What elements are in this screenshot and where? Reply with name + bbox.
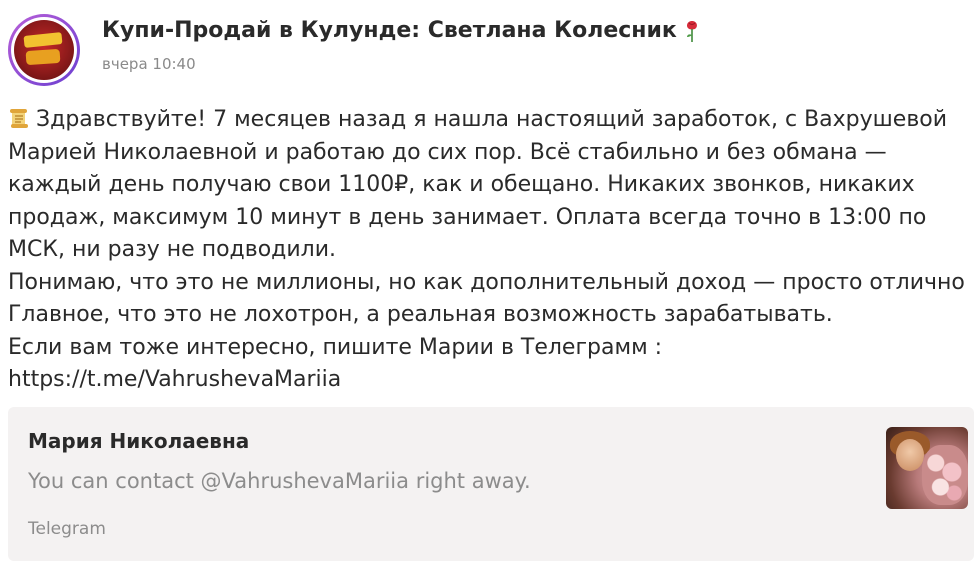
rose-icon (683, 19, 701, 43)
post-line-2: Марией Николаевной и работаю до сих пор.… (8, 139, 887, 165)
post-line-text: Здравствуйте! 7 месяцев назад я нашла на… (36, 107, 948, 132)
avatar-logo-bottom (25, 48, 61, 66)
thumbnail-flowers (922, 445, 968, 505)
post-line-6: Понимаю, что это не миллионы, но как доп… (8, 269, 965, 295)
post-line-1: Здравствуйте! 7 месяцев назад я нашла на… (8, 104, 974, 137)
avatar-frame (11, 17, 77, 83)
post: Купи-Продай в Кулунде: Светлана Колесник… (0, 0, 974, 561)
link-preview-card[interactable]: Мария Николаевна You can contact @Vahrus… (8, 407, 974, 561)
scroll-icon (8, 107, 30, 129)
post-line-7: Главное, что это не лохотрон, а реальная… (8, 302, 833, 327)
channel-title-row[interactable]: Купи-Продай в Кулунде: Светлана Колесник (102, 18, 701, 43)
post-header: Купи-Продай в Кулунде: Светлана Колесник… (8, 14, 701, 86)
channel-avatar[interactable] (8, 14, 80, 86)
link-preview-thumbnail[interactable] (886, 427, 968, 509)
link-preview-description: You can contact @VahrushevaMariia right … (28, 469, 531, 493)
post-line-5: МСК, ни разу не подводили. (8, 237, 337, 262)
avatar-logo-top (23, 32, 63, 48)
avatar-image (14, 20, 74, 80)
channel-title[interactable]: Купи-Продай в Кулунде: Светлана Колесник (102, 18, 677, 43)
thumbnail-face (896, 439, 924, 471)
link-preview-title: Мария Николаевна (28, 429, 250, 453)
header-titles: Купи-Продай в Кулунде: Светлана Колесник… (102, 18, 701, 73)
post-link[interactable]: https://t.me/VahrushevaMariia (8, 364, 974, 397)
link-preview-source: Telegram (28, 519, 106, 539)
post-text: Здравствуйте! 7 месяцев назад я нашла на… (8, 104, 974, 397)
post-timestamp: вчера 10:40 (102, 55, 196, 73)
post-line-8: Если вам тоже интересно, пишите Марии в … (8, 334, 663, 360)
post-line-3: каждый день получаю свои 1100₽, как и об… (8, 172, 915, 197)
post-line-4: продаж, максимум 10 минут в день занимае… (8, 204, 927, 230)
